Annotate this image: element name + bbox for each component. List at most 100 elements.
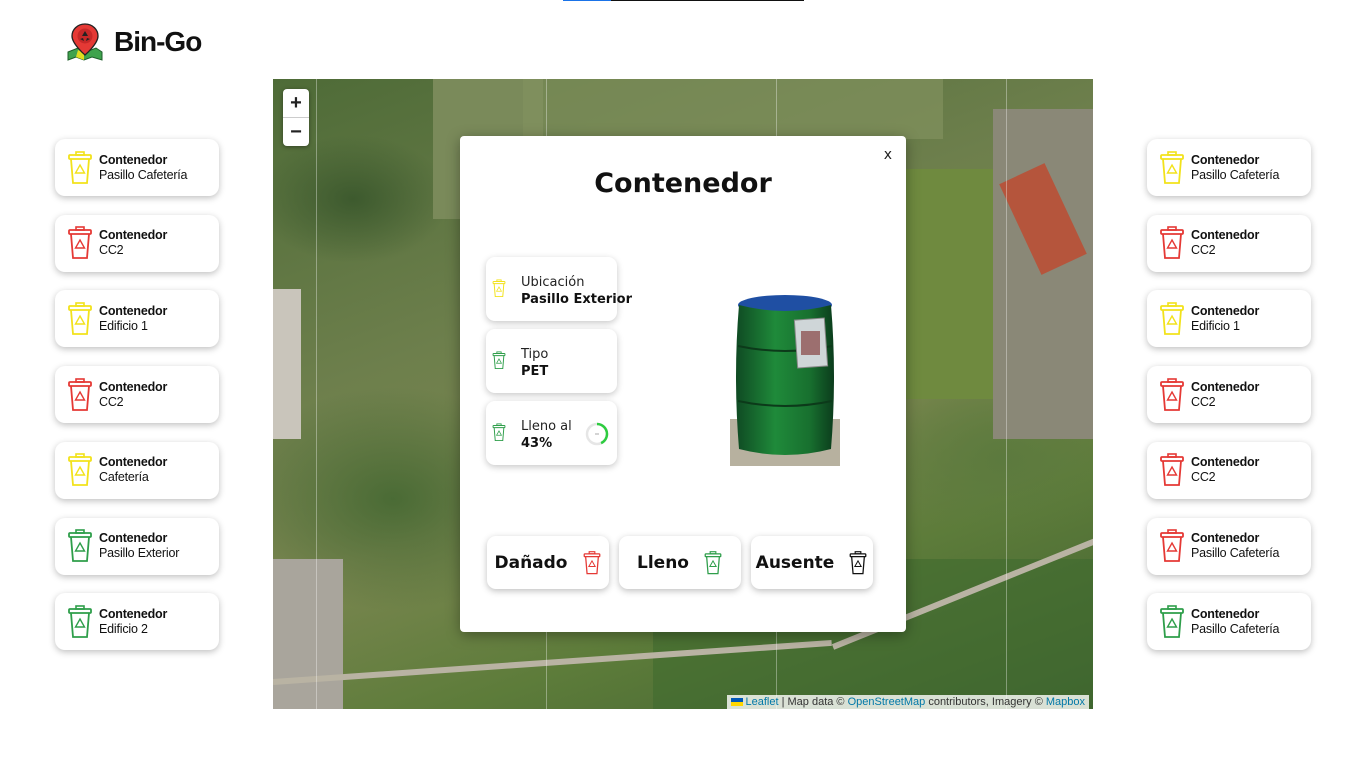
recycle-bin-icon (1160, 302, 1184, 335)
bin-card-location: Pasillo Cafetería (1191, 621, 1280, 636)
absent-label: Ausente (755, 552, 835, 573)
top-progress-bar (563, 0, 804, 1)
bin-card[interactable]: Contenedor CC2 (1147, 214, 1311, 272)
damaged-label: Dañado (494, 552, 568, 573)
type-card: Tipo PET (486, 329, 617, 393)
damaged-button[interactable]: Dañado (487, 536, 609, 589)
map-tile-seam (1006, 79, 1007, 709)
bin-detail-modal: x Contenedor Ubicación Pasillo Exterior … (460, 136, 906, 632)
recycle-bin-icon (1160, 226, 1184, 260)
attribution-text: contributors, Imagery © (925, 696, 1046, 708)
bin-card-text: Contenedor Pasillo Exterior (99, 531, 179, 561)
bin-card-text: Contenedor Edificio 1 (1191, 304, 1259, 334)
close-button[interactable]: x (884, 147, 892, 163)
absent-button[interactable]: Ausente (751, 536, 873, 589)
type-value: PET (521, 364, 549, 379)
bin-card[interactable]: Contenedor CC2 (1147, 441, 1311, 499)
bin-card[interactable]: Contenedor Pasillo Exterior (55, 517, 219, 575)
bin-card[interactable]: Contenedor Edificio 2 (55, 593, 219, 651)
bin-card-title: Contenedor (1191, 379, 1260, 394)
attribution-text: | Map data © (778, 696, 848, 708)
bin-card-location: Pasillo Cafetería (99, 167, 188, 182)
recycle-bin-icon (492, 351, 506, 370)
map-tile-seam (316, 79, 317, 709)
bin-card-text: Contenedor CC2 (1191, 228, 1259, 258)
map-attribution: Leaflet | Map data © OpenStreetMap contr… (726, 695, 1089, 709)
fill-card: Lleno al 43% (486, 401, 617, 465)
zoom-in-button[interactable]: + (283, 89, 309, 118)
bin-card-title: Contenedor (99, 606, 168, 621)
full-label: Lleno (637, 552, 689, 573)
bin-card-location: Pasillo Exterior (99, 546, 180, 560)
full-button[interactable]: Lleno (619, 536, 741, 589)
recycle-bin-icon (1160, 529, 1184, 562)
bin-card-location: CC2 (1191, 243, 1216, 258)
leaflet-link[interactable]: Leaflet (746, 696, 779, 708)
bin-card-text: Contenedor CC2 (99, 380, 167, 410)
recycle-bin-icon (849, 550, 867, 574)
bin-card[interactable]: Contenedor Cafetería (55, 441, 219, 499)
type-label: Tipo (521, 347, 549, 362)
bin-card-title: Contenedor (99, 531, 168, 545)
bin-card-location: Pasillo Cafetería (1191, 546, 1280, 560)
recycle-bin-icon (68, 604, 92, 638)
bin-card-text: Contenedor Pasillo Cafetería (1191, 152, 1280, 183)
bin-card-location: CC2 (99, 394, 124, 409)
fill-gauge (585, 422, 609, 446)
mapbox-link[interactable]: Mapbox (1046, 696, 1085, 708)
bin-card[interactable]: Contenedor Pasillo Cafetería (1147, 517, 1311, 575)
bin-card[interactable]: Contenedor Edificio 1 (55, 290, 219, 348)
bin-card-title: Contenedor (99, 152, 168, 167)
location-card: Ubicación Pasillo Exterior (486, 257, 632, 321)
top-progress-fill (563, 0, 612, 1)
recycle-bin-icon (68, 302, 92, 335)
bin-card[interactable]: Contenedor Pasillo Cafetería (1147, 139, 1311, 196)
bin-card[interactable]: Contenedor CC2 (1147, 366, 1311, 424)
bin-card-text: Contenedor Pasillo Cafetería (1191, 531, 1280, 561)
bin-card-location: Edificio 1 (99, 318, 148, 333)
ukraine-flag-icon (730, 698, 743, 707)
recycle-bin-icon (583, 550, 600, 574)
bin-card[interactable]: Contenedor Pasillo Cafetería (55, 139, 219, 196)
recycle-bin-icon (68, 529, 92, 562)
map-building (273, 559, 343, 709)
bin-card-text: Contenedor Pasillo Cafetería (99, 152, 188, 183)
bin-card-title: Contenedor (1191, 606, 1260, 621)
bin-card-title: Contenedor (1191, 152, 1260, 167)
bin-card-text: Contenedor CC2 (1191, 380, 1259, 410)
app-name: Bin-Go (114, 26, 202, 57)
bin-card-title: Contenedor (99, 455, 168, 470)
recycle-bin-icon (492, 423, 506, 442)
fill-value: 43% (521, 436, 553, 451)
bin-card[interactable]: Contenedor CC2 (55, 214, 219, 272)
bin-card-text: Contenedor Cafetería (99, 455, 167, 485)
fill-label: Lleno al (521, 419, 572, 434)
recycle-bin-icon (704, 550, 722, 574)
recycle-bin-icon (492, 279, 506, 298)
bin-card-location: CC2 (1191, 394, 1216, 409)
modal-title: Contenedor (594, 168, 772, 199)
bin-card[interactable]: Contenedor Edificio 1 (1147, 290, 1311, 348)
map-field (523, 79, 943, 139)
bin-card-title: Contenedor (99, 379, 168, 394)
location-value: Pasillo Exterior (521, 292, 633, 307)
recycle-bin-icon (68, 453, 92, 487)
recycle-bin-icon (68, 150, 92, 184)
bin-card-title: Contenedor (1191, 303, 1260, 318)
recycle-bin-icon (68, 226, 92, 260)
recycle-bin-icon (1160, 604, 1184, 638)
bin-card-text: Contenedor Pasillo Cafetería (1191, 606, 1280, 637)
location-label: Ubicación (521, 275, 585, 290)
recycle-bin-icon (1160, 377, 1184, 411)
bin-card-location: CC2 (99, 243, 124, 258)
openstreetmap-link[interactable]: OpenStreetMap (848, 696, 926, 708)
bin-card-title: Contenedor (99, 303, 168, 318)
bin-card-location: Edificio 1 (1191, 318, 1240, 333)
brand[interactable]: Bin-Go (66, 22, 202, 62)
bin-card[interactable]: Contenedor Pasillo Cafetería (1147, 593, 1311, 651)
bin-card-location: Pasillo Cafetería (1191, 167, 1280, 182)
bin-card[interactable]: Contenedor CC2 (55, 366, 219, 424)
bin-card-location: Cafetería (99, 470, 149, 485)
recycle-bin-icon (68, 377, 92, 411)
zoom-out-button[interactable]: − (283, 118, 309, 146)
